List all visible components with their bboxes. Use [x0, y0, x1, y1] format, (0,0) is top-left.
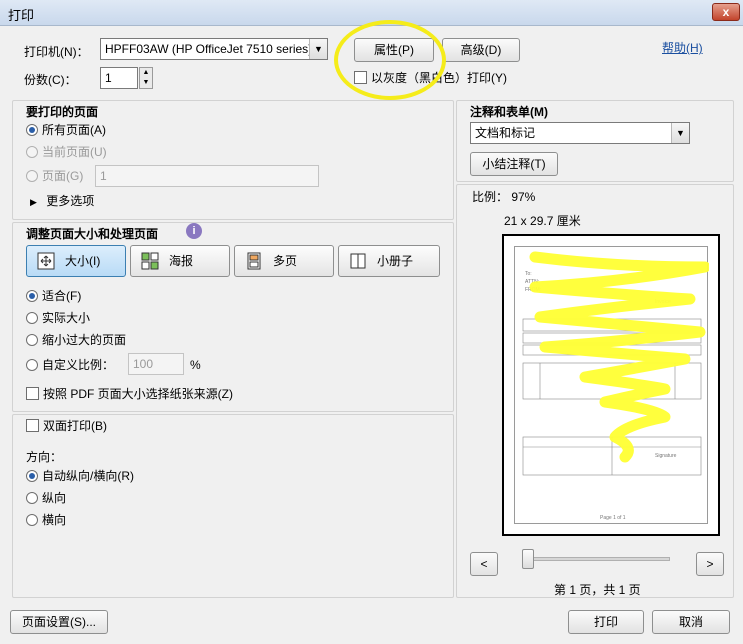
preview-paper-size: 21 x 29.7 厘米 — [504, 214, 581, 228]
comments-title: 注释和表单(M) — [470, 105, 548, 119]
pdf-paper-source-label: 按照 PDF 页面大小选择纸张来源(Z) — [43, 387, 233, 401]
page-counter: 第 1 页，共 1 页 — [554, 583, 641, 597]
info-icon[interactable]: i — [186, 223, 202, 239]
custom-scale-input[interactable]: 100 — [128, 353, 184, 375]
all-pages-label: 所有页面(A) — [42, 123, 106, 137]
shrink-oversized-radio[interactable] — [26, 334, 38, 346]
page-setup-button[interactable]: 页面设置(S)... — [10, 610, 108, 634]
chevron-down-icon: ▼ — [671, 123, 689, 143]
fit-label: 适合(F) — [42, 289, 82, 303]
auto-orientation-radio-row[interactable]: 自动纵向/横向(R) — [26, 468, 134, 484]
orientation-title: 方向： — [26, 450, 63, 464]
pdf-paper-source-checkbox[interactable] — [26, 387, 39, 400]
landscape-label: 横向 — [42, 513, 67, 527]
highlight-circle — [334, 20, 446, 100]
pages-to-print-title: 要打印的页面 — [26, 105, 99, 119]
portrait-radio-row[interactable]: 纵向 — [26, 490, 66, 506]
printer-label: 打印机(N)： — [24, 45, 89, 59]
actual-size-radio-row[interactable]: 实际大小 — [26, 310, 90, 326]
page-range-radio[interactable] — [26, 170, 38, 182]
page-range-label: 页面(G) — [42, 169, 84, 183]
chevron-down-icon: ▼ — [309, 39, 327, 59]
next-page-button[interactable]: > — [696, 552, 724, 576]
duplex-orientation-group — [12, 414, 454, 598]
shrink-oversized-label: 缩小过大的页面 — [42, 333, 127, 347]
poster-mode-button[interactable]: 海报 — [130, 245, 230, 277]
shrink-oversized-radio-row[interactable]: 缩小过大的页面 — [26, 332, 126, 348]
current-page-radio[interactable] — [26, 146, 38, 158]
comments-selected-value: 文档和标记 — [475, 126, 536, 140]
auto-orientation-label: 自动纵向/横向(R) — [42, 469, 134, 483]
sizing-title: 调整页面大小和处理页面 — [26, 227, 159, 241]
duplex-checkbox[interactable] — [26, 419, 39, 432]
current-page-label: 当前页面(U) — [42, 145, 107, 159]
portrait-label: 纵向 — [42, 491, 67, 505]
prev-page-button[interactable]: < — [470, 552, 498, 576]
copies-input[interactable]: 1 — [100, 67, 138, 89]
summarize-comments-button[interactable]: 小结注释(T) — [470, 152, 558, 176]
size-mode-label: 大小(I) — [65, 254, 101, 268]
help-link[interactable]: 帮助(H) — [662, 39, 703, 56]
booklet-mode-label: 小册子 — [377, 254, 414, 268]
yellow-scribble — [529, 251, 711, 463]
preview-scale: 比例： 97% — [472, 190, 536, 204]
custom-scale-radio-row[interactable]: 自定义比例： — [26, 357, 114, 373]
doc-footer: Page 1 of 1 — [600, 515, 626, 521]
current-page-radio-row[interactable]: 当前页面(U) — [26, 144, 107, 160]
landscape-radio[interactable] — [26, 514, 38, 526]
page-range-radio-row[interactable]: 页面(G) — [26, 168, 83, 184]
multi-page-icon — [247, 252, 261, 270]
multi-page-mode-label: 多页 — [273, 254, 298, 268]
page-slider-thumb[interactable] — [522, 549, 534, 569]
triangle-right-icon: ▶ — [30, 197, 37, 207]
actual-size-label: 实际大小 — [42, 311, 91, 325]
page-slider-track[interactable] — [528, 557, 670, 561]
booklet-icon — [350, 253, 366, 269]
advanced-button[interactable]: 高级(D) — [442, 38, 520, 62]
printer-selected-value: HPFF03AW (HP OfficeJet 7510 series) — [105, 42, 313, 56]
fit-radio[interactable] — [26, 290, 38, 302]
copies-label: 份数(C)： — [24, 73, 77, 87]
preview-document-graphic: To: ATTN: FROM: Invoice Signature Page 1… — [522, 251, 711, 521]
multi-page-mode-button[interactable]: 多页 — [234, 245, 334, 277]
fit-radio-row[interactable]: 适合(F) — [26, 288, 81, 304]
size-mode-button[interactable]: 大小(I) — [26, 245, 126, 277]
custom-scale-radio[interactable] — [26, 359, 38, 371]
more-options-toggle[interactable]: ▶ 更多选项 — [30, 192, 94, 209]
actual-size-radio[interactable] — [26, 312, 38, 324]
page-range-input[interactable]: 1 — [95, 165, 319, 187]
auto-orientation-radio[interactable] — [26, 470, 38, 482]
print-button[interactable]: 打印 — [568, 610, 644, 634]
cancel-button[interactable]: 取消 — [652, 610, 730, 634]
duplex-label: 双面打印(B) — [43, 419, 107, 433]
percent-label: % — [190, 358, 201, 372]
preview-frame: To: ATTN: FROM: Invoice Signature Page 1… — [502, 234, 720, 536]
booklet-mode-button[interactable]: 小册子 — [338, 245, 440, 277]
more-options-label: 更多选项 — [46, 194, 95, 208]
all-pages-radio-row[interactable]: 所有页面(A) — [26, 122, 106, 138]
copies-stepper[interactable]: ▲ ▼ — [139, 67, 153, 89]
size-arrows-icon — [37, 252, 55, 270]
printer-select[interactable]: HPFF03AW (HP OfficeJet 7510 series) ▼ — [100, 38, 328, 60]
poster-icon — [141, 252, 159, 270]
preview-page: To: ATTN: FROM: Invoice Signature Page 1… — [514, 246, 711, 524]
duplex-row[interactable]: 双面打印(B) — [26, 418, 107, 434]
pdf-paper-source-row[interactable]: 按照 PDF 页面大小选择纸张来源(Z) — [26, 386, 233, 402]
custom-scale-label: 自定义比例： — [42, 358, 115, 372]
window-title: 打印 — [8, 8, 35, 23]
doc-line: To: — [525, 271, 532, 277]
close-button[interactable]: x — [712, 3, 740, 21]
comments-select[interactable]: 文档和标记 ▼ — [470, 122, 690, 144]
landscape-radio-row[interactable]: 横向 — [26, 512, 66, 528]
poster-mode-label: 海报 — [169, 254, 194, 268]
portrait-radio[interactable] — [26, 492, 38, 504]
all-pages-radio[interactable] — [26, 124, 38, 136]
doc-signature-label: Signature — [655, 453, 677, 459]
